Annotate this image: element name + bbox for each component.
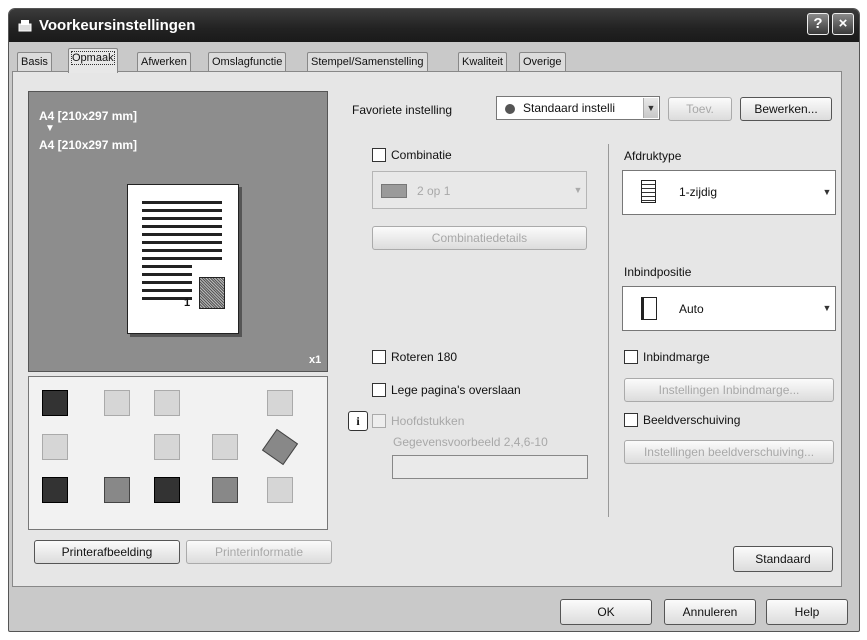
tab-basis[interactable]: Basis (17, 52, 52, 71)
rotate-icon[interactable] (267, 390, 293, 416)
print-type-value: 1-zijdig (679, 185, 718, 199)
preview-paper-size: A4 [210x297 mm] (39, 109, 138, 123)
favorite-select[interactable]: Standaard instelli ▼ (496, 96, 660, 120)
combination-checkbox[interactable] (372, 148, 386, 162)
single-sided-icon (641, 180, 656, 203)
combination-details-button[interactable]: Combinatiedetails (372, 226, 587, 250)
text-icon[interactable] (154, 434, 180, 460)
chapters-checkbox[interactable] (372, 414, 386, 428)
favorite-label: Favoriete instelling (352, 103, 453, 117)
edit-favorite-button[interactable]: Bewerken... (740, 97, 832, 121)
tab-afwerken[interactable]: Afwerken (137, 52, 191, 71)
tab-stempel-samenstelling[interactable]: Stempel/Samenstelling (307, 52, 428, 71)
star-settings-icon (505, 104, 515, 114)
settings-document-icon[interactable] (212, 477, 238, 503)
tab-kwaliteit[interactable]: Kwaliteit (458, 52, 507, 71)
print-type-label: Afdruktype (624, 149, 682, 163)
print-type-select[interactable]: 1-zijdig ▼ (622, 170, 836, 215)
combination-select[interactable]: 2 op 1 ▼ (372, 171, 587, 209)
chapters-input[interactable] (392, 455, 588, 479)
ok-button[interactable]: OK (560, 599, 652, 625)
chevron-down-icon: ▼ (573, 185, 583, 195)
help-button[interactable]: Help (766, 599, 848, 625)
binding-margin-label: Inbindmarge (643, 350, 710, 364)
image-shift-checkbox[interactable] (624, 413, 638, 427)
tab-omslagfunctie[interactable]: Omslagfunctie (208, 52, 287, 71)
cancel-button[interactable]: Annuleren (664, 599, 756, 625)
default-button[interactable]: Standaard (733, 546, 833, 572)
printer-info-button[interactable]: Printerinformatie (186, 540, 332, 564)
printer-view-button[interactable]: Printerafbeelding (34, 540, 180, 564)
window-title: Voorkeursinstellingen (39, 17, 196, 34)
combination-icon[interactable] (42, 390, 68, 416)
binding-left-icon (641, 297, 657, 320)
image-shift-label: Beeldverschuiving (643, 413, 741, 427)
booklet-icon[interactable] (261, 428, 299, 466)
function-icon-grid (28, 376, 328, 530)
rotate-label: Roteren 180 (391, 350, 458, 364)
combination-value: 2 op 1 (417, 184, 451, 198)
chapters-example-label: Gegevensvoorbeeld 2,4,6-10 (393, 435, 548, 449)
tab-opmaak-label: Opmaak (71, 51, 115, 65)
printer-icon (18, 20, 32, 32)
binding-position-label: Inbindpositie (624, 265, 692, 279)
chevron-down-icon: ▼ (822, 303, 832, 313)
binding-margin-settings-button[interactable]: Instellingen Inbindmarge... (624, 378, 834, 402)
close-button[interactable]: × (832, 13, 854, 35)
preview-page: 1 (127, 184, 239, 334)
info-icon: i (348, 411, 368, 431)
image-shift-thumbnail (199, 277, 225, 309)
chevron-down-icon: ▼ (822, 187, 832, 197)
preview-output-size: A4 [210x297 mm] (39, 138, 138, 152)
document-icon[interactable] (42, 477, 68, 503)
stack-icon[interactable] (42, 434, 68, 460)
binding-margin-checkbox[interactable] (624, 350, 638, 364)
copies-icon[interactable] (154, 390, 180, 416)
zoom-icon[interactable] (104, 390, 130, 416)
preview-copies: x1 (309, 354, 322, 366)
user-icon[interactable] (104, 477, 130, 503)
binding-position-select[interactable]: Auto ▼ (622, 286, 836, 331)
tab-opmaak[interactable]: Opmaak (68, 48, 118, 73)
combination-label: Combinatie (391, 148, 452, 162)
binding-position-value: Auto (679, 302, 704, 316)
lines-document-icon[interactable] (267, 477, 293, 503)
chapters-label: Hoofdstukken (391, 414, 465, 428)
preview-page-number: 1 (184, 297, 191, 309)
skip-blank-checkbox[interactable] (372, 383, 386, 397)
rotate-checkbox[interactable] (372, 350, 386, 364)
column-divider (608, 144, 609, 517)
two-up-icon (381, 184, 407, 198)
help-title-button[interactable]: ? (807, 13, 829, 35)
image-shift-settings-button[interactable]: Instellingen beeldverschuiving... (624, 440, 834, 464)
preview-arrow: ▼ (45, 123, 55, 134)
skip-blank-label: Lege pagina's overslaan (391, 383, 521, 397)
tab-overige[interactable]: Overige (519, 52, 566, 71)
add-favorite-button[interactable]: Toev. (668, 97, 732, 121)
chevron-down-icon: ▼ (643, 98, 658, 118)
users-icon[interactable] (154, 477, 180, 503)
title-bar[interactable]: Voorkeursinstellingen ? × (9, 9, 859, 42)
favorite-value: Standaard instelli (523, 101, 616, 115)
watermark-icon[interactable] (212, 434, 238, 460)
